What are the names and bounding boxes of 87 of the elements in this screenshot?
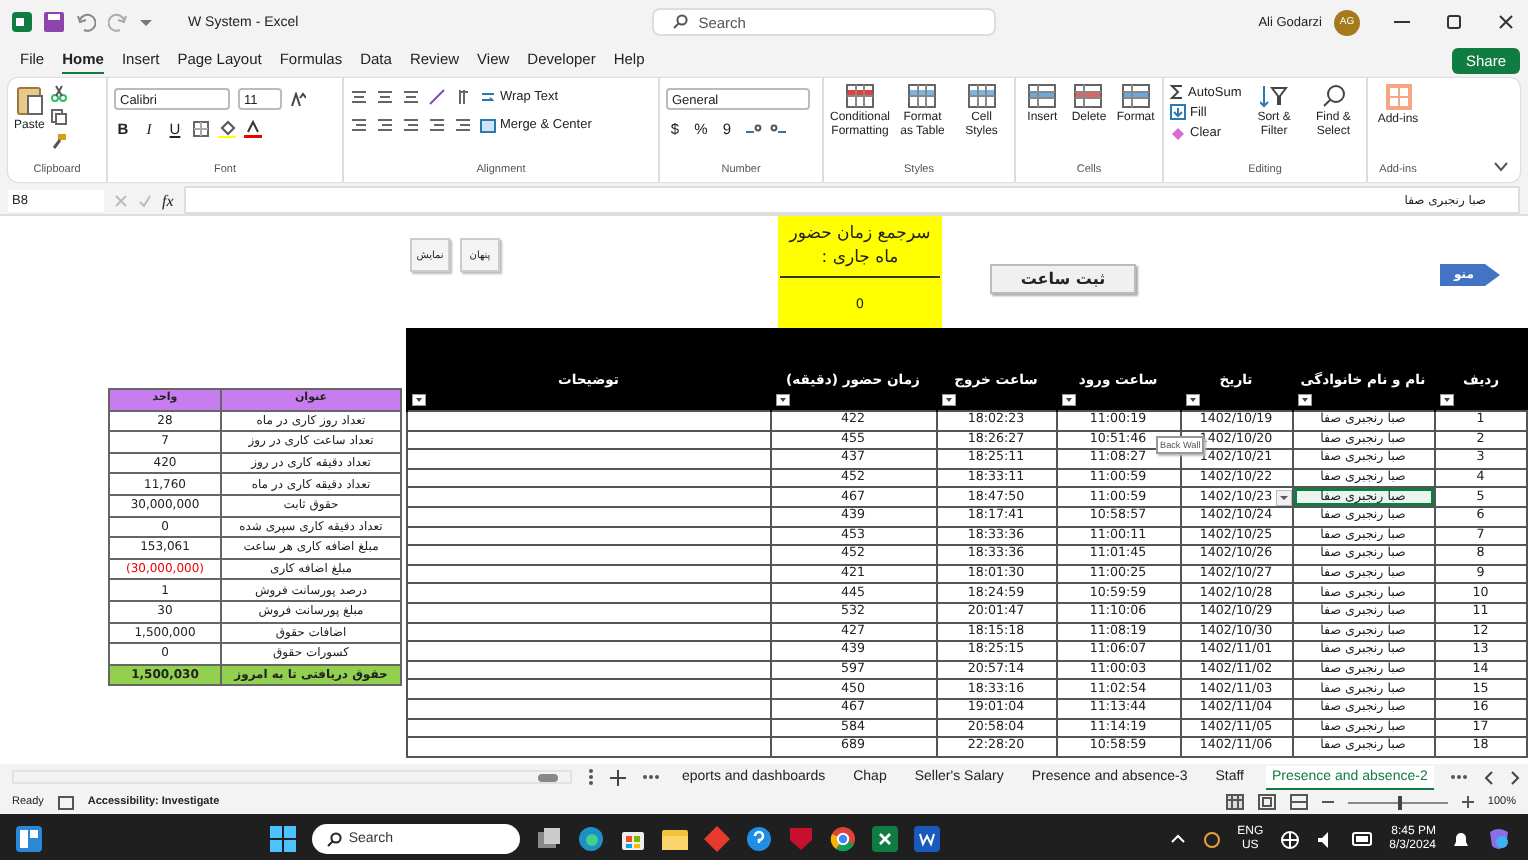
browser-icon[interactable] — [830, 826, 857, 852]
eraser-icon — [1170, 124, 1186, 140]
normal-view-icon[interactable] — [1225, 794, 1244, 810]
chevron-left-icon[interactable] — [1483, 769, 1494, 785]
more-icon[interactable] — [588, 768, 594, 786]
record-time-button[interactable]: ثبت ساعت — [990, 264, 1136, 294]
paragraph-direction-icon[interactable] — [454, 88, 472, 106]
check-icon — [138, 193, 152, 207]
cells-icon — [1074, 84, 1103, 108]
align-icon[interactable] — [376, 88, 394, 106]
store-icon[interactable] — [620, 826, 647, 852]
sync-icon[interactable] — [1201, 829, 1222, 849]
align-icon[interactable] — [350, 116, 368, 134]
orientation-icon[interactable] — [428, 88, 446, 106]
chevron-right-icon[interactable] — [1509, 769, 1520, 785]
sigma-icon — [1170, 84, 1184, 100]
filter-dropdown-icon[interactable] — [1061, 394, 1075, 406]
filter-dropdown-icon[interactable] — [775, 394, 789, 406]
macro-record-icon[interactable] — [57, 795, 74, 809]
assistant-icon[interactable] — [1486, 826, 1512, 852]
collapse-ribbon-icon[interactable] — [1494, 162, 1508, 172]
insert-function-button[interactable]: fx — [162, 191, 174, 209]
close-icon[interactable] — [1496, 12, 1516, 32]
align-icon[interactable] — [454, 116, 472, 134]
table-style-icon — [846, 84, 874, 108]
diamond-icon[interactable] — [704, 826, 731, 852]
task-view-icon[interactable] — [536, 826, 563, 852]
undo-icon[interactable] — [76, 12, 96, 32]
table-style-icon — [908, 84, 937, 108]
spreadsheet-app-icon[interactable] — [872, 826, 899, 852]
help-icon[interactable] — [746, 826, 773, 852]
folder-icon[interactable] — [662, 826, 689, 852]
restore-icon[interactable] — [1444, 12, 1464, 32]
cells-icon — [1028, 84, 1057, 108]
widgets-icon[interactable] — [16, 826, 42, 852]
align-icon[interactable] — [402, 116, 420, 134]
align-icon[interactable] — [402, 88, 420, 106]
horizontal-scrollbar[interactable] — [12, 770, 572, 784]
bell-icon[interactable] — [1452, 829, 1470, 849]
decrease-decimal-icon[interactable] — [770, 121, 788, 137]
battery-icon[interactable] — [1351, 832, 1374, 846]
font-grow-icon[interactable] — [290, 91, 306, 107]
summary-title: سرجمع زمان حضور ماه جاری : — [780, 216, 940, 278]
filter-dropdown-icon[interactable] — [1185, 394, 1199, 406]
increase-decimal-icon[interactable] — [744, 121, 762, 137]
network-icon[interactable] — [1279, 829, 1300, 849]
zoom-in-icon[interactable] — [1461, 796, 1474, 808]
browser-icon[interactable] — [578, 826, 605, 852]
filter-dropdown-icon[interactable] — [412, 394, 426, 406]
fill-color-icon[interactable] — [218, 120, 236, 138]
save-icon[interactable] — [44, 12, 64, 32]
chevron-up-icon[interactable] — [1169, 834, 1186, 844]
sort-filter-icon — [1260, 84, 1289, 108]
table-style-icon — [967, 84, 996, 108]
search-icon — [672, 14, 689, 30]
align-icon[interactable] — [350, 88, 368, 106]
page-break-icon[interactable] — [1289, 794, 1308, 810]
more-icon[interactable] — [1449, 774, 1468, 780]
dropdown-icon[interactable] — [1275, 490, 1291, 507]
spreadsheet-logo-icon — [12, 12, 32, 32]
scissors-icon[interactable] — [50, 84, 69, 102]
search-icon — [1321, 84, 1346, 108]
align-icon[interactable] — [428, 116, 446, 134]
align-icon[interactable] — [376, 116, 394, 134]
start-icon[interactable] — [270, 826, 297, 852]
filter-dropdown-icon[interactable] — [1297, 394, 1311, 406]
filter-dropdown-icon[interactable] — [1439, 394, 1453, 406]
borders-icon[interactable] — [192, 120, 210, 138]
document-app-icon[interactable] — [914, 826, 941, 852]
fill-down-icon — [1170, 104, 1186, 120]
copy-icon[interactable] — [50, 108, 69, 126]
cancel-icon — [114, 193, 128, 207]
customize-caret-icon[interactable] — [140, 16, 152, 28]
filter-dropdown-icon[interactable] — [941, 394, 955, 406]
wrap-icon — [480, 89, 496, 105]
font-color-icon[interactable] — [244, 120, 262, 138]
add-sheet-icon[interactable] — [610, 769, 626, 785]
more-icon[interactable] — [642, 774, 660, 780]
brush-icon[interactable] — [50, 132, 69, 150]
grid-icon — [1385, 84, 1411, 110]
zoom-out-icon[interactable] — [1321, 796, 1334, 808]
clipboard-icon — [15, 84, 44, 116]
search-icon — [326, 831, 343, 847]
merge-icon — [480, 117, 496, 133]
cells-icon — [1121, 84, 1150, 108]
page-layout-icon[interactable] — [1257, 794, 1276, 810]
shield-icon[interactable] — [788, 826, 815, 852]
